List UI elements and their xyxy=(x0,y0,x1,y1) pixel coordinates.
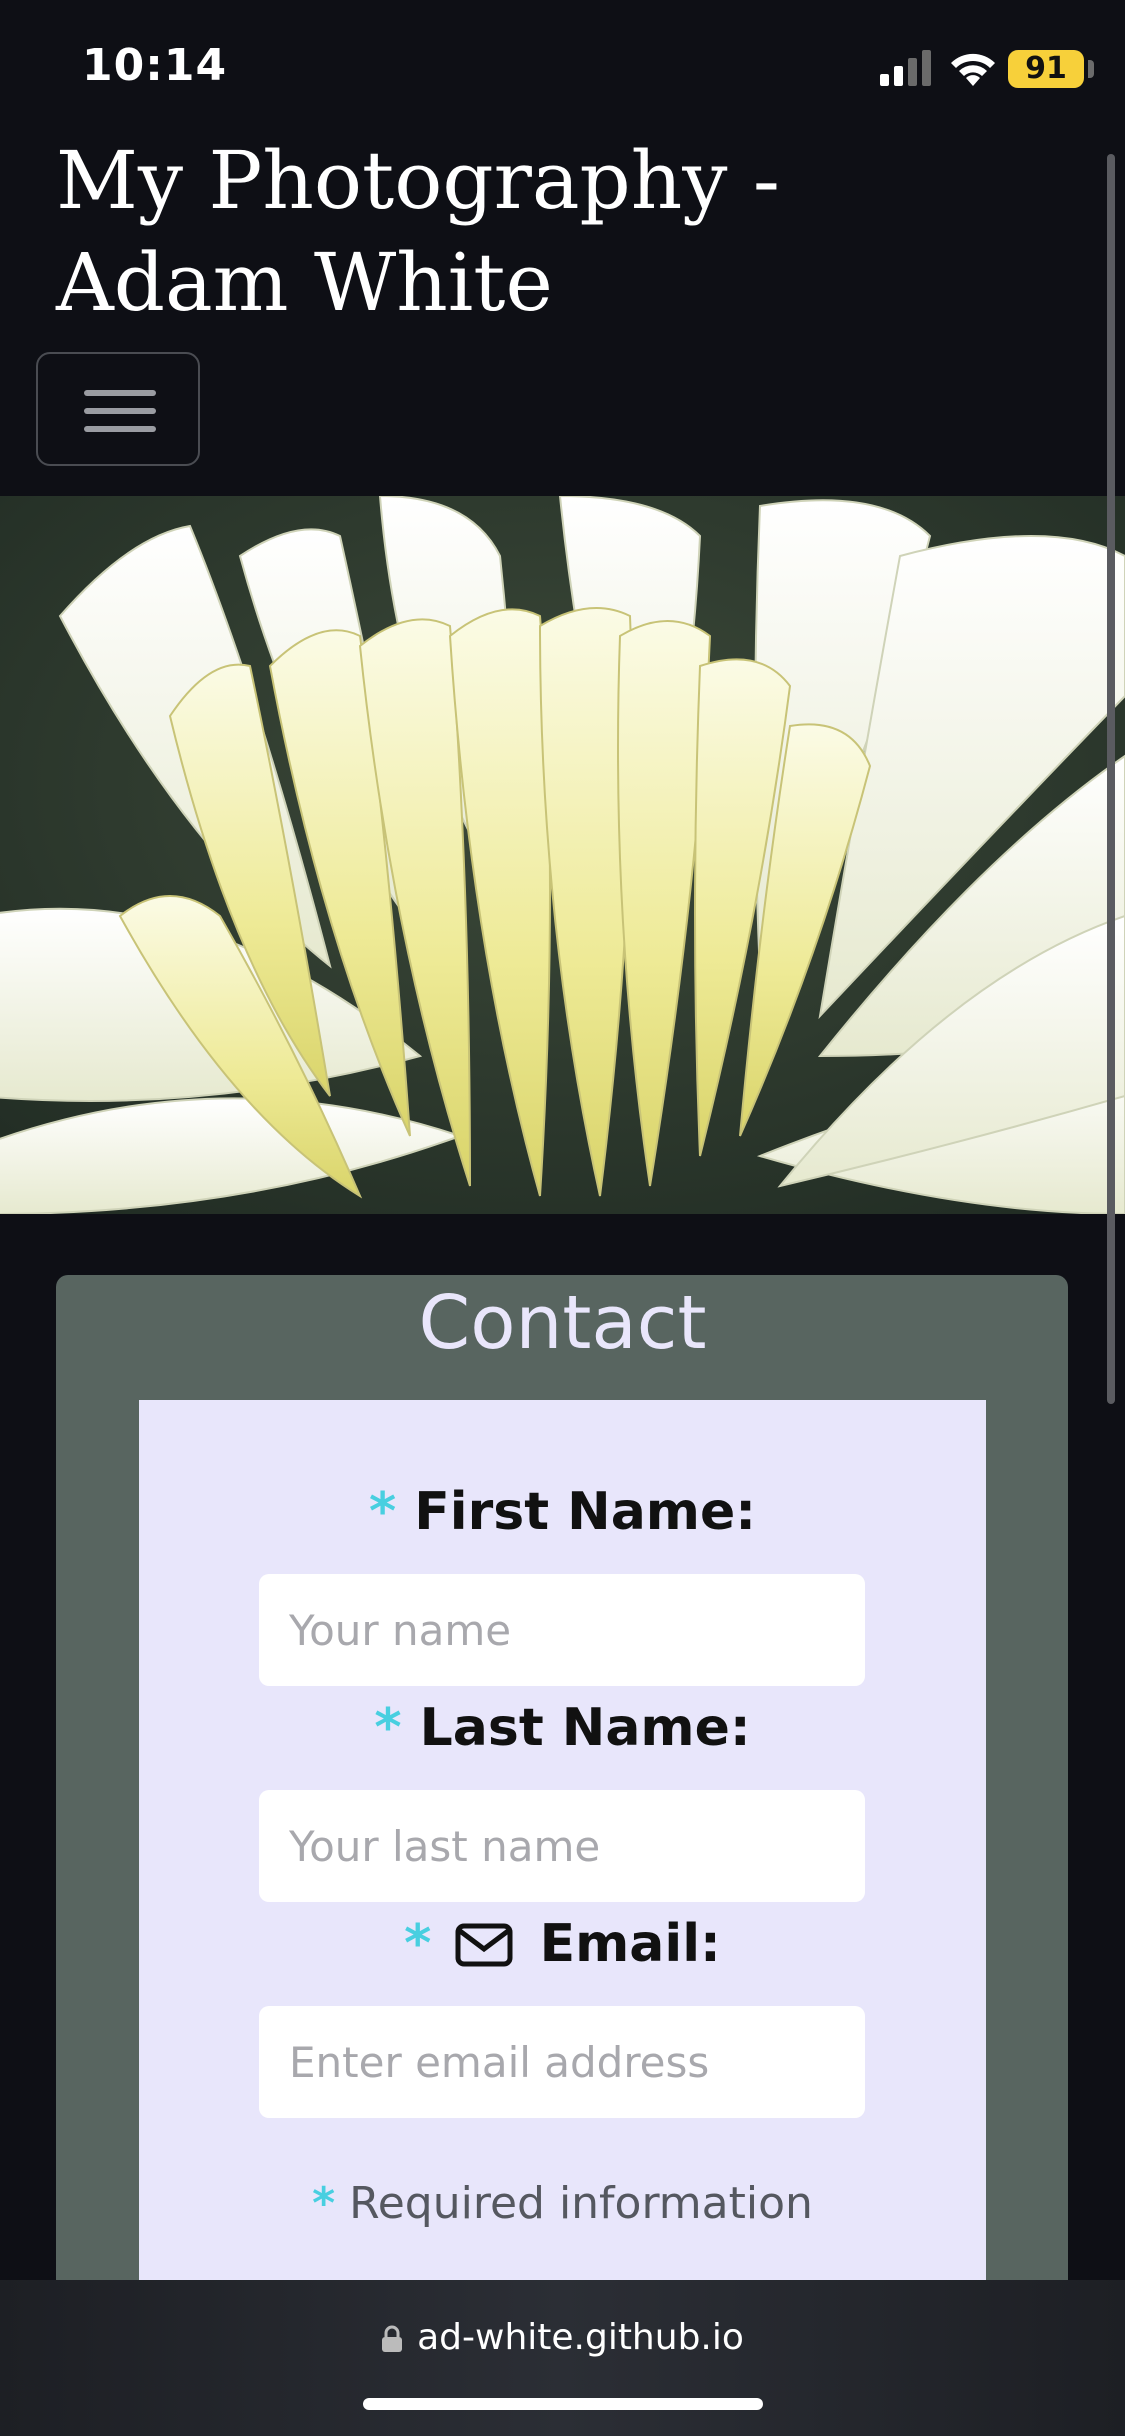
required-note: * Required information xyxy=(0,2178,1125,2229)
required-asterisk: * xyxy=(312,2178,336,2229)
flower-photo xyxy=(0,496,1125,1214)
last-name-label: * Last Name: xyxy=(0,1698,1125,1758)
required-note-text: Required information xyxy=(349,2178,813,2229)
contact-heading: Contact xyxy=(418,1280,707,1366)
status-time: 10:14 xyxy=(82,40,228,91)
first-name-input[interactable] xyxy=(259,1574,865,1686)
required-asterisk: * xyxy=(374,1698,402,1758)
hamburger-icon xyxy=(84,390,156,396)
status-bar: 10:14 91 xyxy=(0,0,1125,140)
browser-address-bar[interactable] xyxy=(0,2280,1125,2436)
site-title[interactable]: My Photography - Adam White xyxy=(56,130,956,334)
envelope-icon xyxy=(455,1923,513,1967)
url-text: ad-white.github.io xyxy=(417,2317,744,2358)
cellular-signal-icon xyxy=(880,50,931,86)
page-scrollbar[interactable] xyxy=(1107,154,1115,1404)
required-asterisk: * xyxy=(368,1482,397,1542)
last-name-label-text: Last Name: xyxy=(419,1698,751,1758)
battery-nub xyxy=(1088,60,1094,78)
first-name-label-text: First Name: xyxy=(414,1482,757,1542)
email-label-text: Email: xyxy=(539,1914,721,1974)
email-label: * Email: xyxy=(0,1914,1125,1974)
required-asterisk: * xyxy=(404,1914,432,1974)
url-display[interactable]: ad-white.github.io xyxy=(0,2317,1125,2358)
hamburger-icon-line xyxy=(84,426,156,432)
home-indicator[interactable] xyxy=(363,2398,763,2410)
last-name-input[interactable] xyxy=(259,1790,865,1902)
first-name-label: * First Name: xyxy=(0,1482,1125,1542)
email-input[interactable] xyxy=(259,2006,865,2118)
hero-image xyxy=(0,496,1125,1214)
hamburger-icon-line xyxy=(84,408,156,414)
battery-indicator: 91 xyxy=(1008,50,1084,88)
wifi-icon xyxy=(951,53,995,86)
lock-icon xyxy=(382,2325,403,2352)
menu-toggle-button[interactable] xyxy=(36,352,200,466)
